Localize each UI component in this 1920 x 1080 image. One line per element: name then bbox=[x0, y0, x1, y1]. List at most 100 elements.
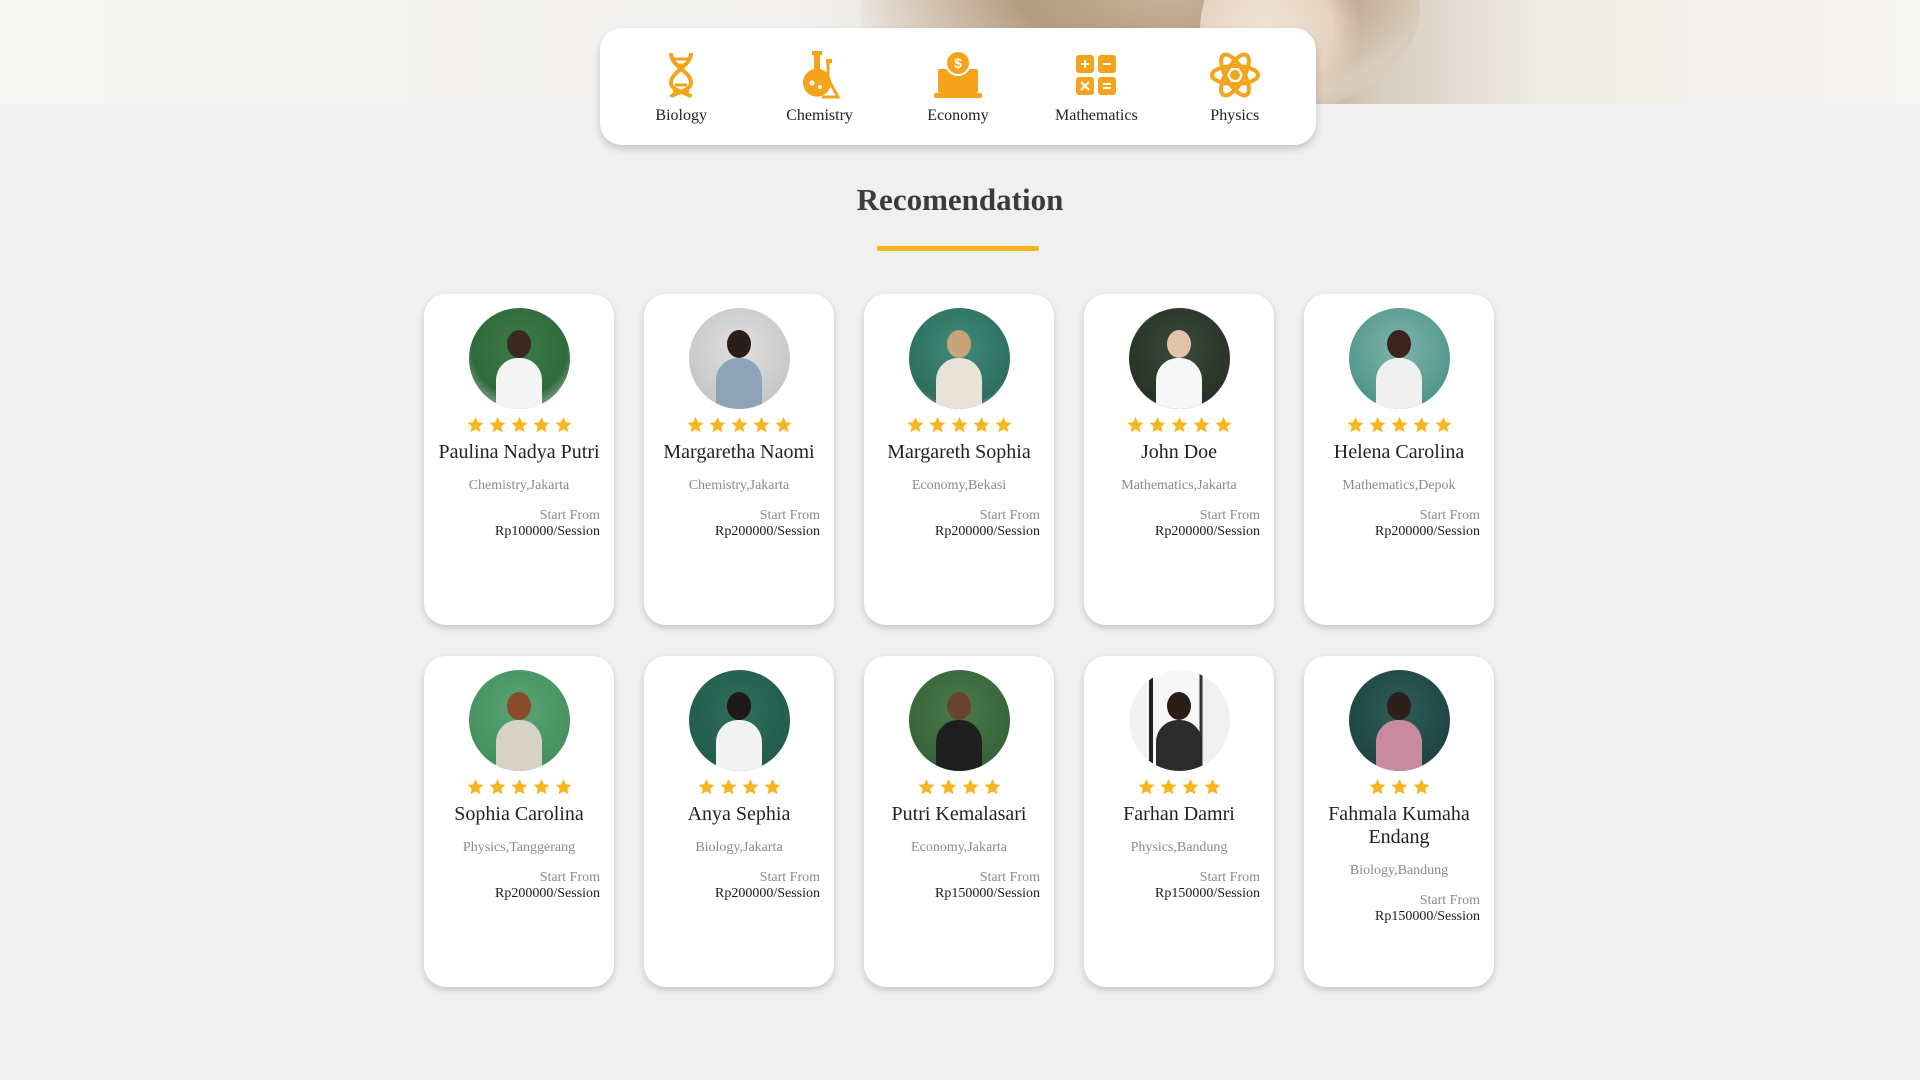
star-icon bbox=[554, 778, 573, 796]
star-rating bbox=[697, 777, 782, 797]
avatar bbox=[1128, 308, 1230, 409]
star-icon bbox=[928, 416, 947, 434]
calculator-icon bbox=[1070, 49, 1122, 101]
star-icon bbox=[1126, 416, 1145, 434]
star-rating bbox=[1126, 415, 1233, 435]
star-rating bbox=[466, 415, 573, 435]
tutor-card[interactable]: Anya Sephia Biology,Jakarta Start From R… bbox=[644, 656, 834, 987]
svg-text:$: $ bbox=[954, 55, 962, 71]
star-icon bbox=[741, 778, 760, 796]
star-icon bbox=[1214, 416, 1233, 434]
dna-icon bbox=[655, 49, 707, 101]
star-icon bbox=[752, 416, 771, 434]
price-block: Start From Rp200000/Session bbox=[935, 508, 1040, 540]
tutor-card[interactable]: Putri Kemalasari Economy,Jakarta Start F… bbox=[864, 656, 1054, 987]
session-price: Rp200000/Session bbox=[934, 524, 1040, 539]
star-rating bbox=[686, 415, 793, 435]
tutor-card[interactable]: Paulina Nadya Putri Chemistry,Jakarta St… bbox=[424, 294, 614, 625]
tutor-card[interactable]: Margaretha Naomi Chemistry,Jakarta Start… bbox=[644, 294, 834, 625]
star-icon bbox=[1368, 778, 1387, 796]
star-icon bbox=[730, 416, 749, 434]
tutor-name: Helena Carolina bbox=[1333, 441, 1465, 463]
atom-icon bbox=[1209, 49, 1261, 101]
start-from-label: Start From bbox=[539, 508, 600, 523]
session-price: Rp150000/Session bbox=[1154, 886, 1260, 901]
star-icon bbox=[466, 416, 485, 434]
tutor-name: Farhan Damri bbox=[1123, 803, 1235, 825]
avatar bbox=[468, 670, 570, 771]
start-from-label: Start From bbox=[759, 870, 820, 885]
star-icon bbox=[1346, 416, 1365, 434]
star-icon bbox=[1412, 416, 1431, 434]
tutor-location: Mathematics,Jakarta bbox=[1121, 478, 1237, 493]
star-icon bbox=[466, 778, 485, 796]
subject-biology[interactable]: Biology bbox=[621, 49, 741, 125]
avatar bbox=[688, 308, 790, 409]
price-block: Start From Rp200000/Session bbox=[715, 508, 820, 540]
star-icon bbox=[554, 416, 573, 434]
tutor-location: Physics,Bandung bbox=[1130, 840, 1228, 855]
star-rating bbox=[1137, 777, 1222, 797]
subject-label: Economy bbox=[927, 106, 989, 124]
star-icon bbox=[1203, 778, 1222, 796]
star-icon bbox=[1412, 778, 1431, 796]
tutor-location: Biology,Bandung bbox=[1349, 863, 1449, 878]
avatar bbox=[1128, 670, 1230, 771]
star-icon bbox=[774, 416, 793, 434]
tutor-name: Anya Sephia bbox=[687, 803, 791, 825]
subject-label: Chemistry bbox=[786, 106, 853, 124]
star-icon bbox=[1159, 778, 1178, 796]
star-rating bbox=[466, 777, 573, 797]
price-block: Start From Rp150000/Session bbox=[1155, 870, 1260, 902]
tutor-card[interactable]: Margareth Sophia Economy,Bekasi Start Fr… bbox=[864, 294, 1054, 625]
subject-chemistry[interactable]: Chemistry bbox=[760, 49, 880, 125]
start-from-label: Start From bbox=[539, 870, 600, 885]
tutor-card[interactable]: John Doe Mathematics,Jakarta Start From … bbox=[1084, 294, 1274, 625]
avatar bbox=[1348, 308, 1450, 409]
start-from-label: Start From bbox=[1199, 870, 1260, 885]
tutor-card-grid: Paulina Nadya Putri Chemistry,Jakarta St… bbox=[424, 294, 1494, 987]
tutor-location: Biology,Jakarta bbox=[695, 840, 783, 855]
session-price: Rp100000/Session bbox=[494, 524, 600, 539]
subject-label: Physics bbox=[1210, 106, 1260, 124]
star-icon bbox=[488, 778, 507, 796]
star-icon bbox=[1181, 778, 1200, 796]
subject-category-bar: Biology Chemistry $ Economy Mathematics … bbox=[600, 28, 1316, 145]
session-price: Rp150000/Session bbox=[1374, 909, 1480, 924]
price-block: Start From Rp200000/Session bbox=[1375, 508, 1480, 540]
subject-economy[interactable]: $ Economy bbox=[898, 49, 1018, 125]
tutor-location: Physics,Tanggerang bbox=[462, 840, 576, 855]
subject-mathematics[interactable]: Mathematics bbox=[1036, 49, 1156, 125]
subject-label: Mathematics bbox=[1055, 106, 1138, 124]
session-price: Rp150000/Session bbox=[934, 886, 1040, 901]
flask-icon bbox=[794, 49, 846, 101]
star-icon bbox=[1390, 416, 1409, 434]
tutor-name: Fahmala Kumaha Endang bbox=[1328, 803, 1470, 848]
avatar bbox=[908, 308, 1010, 409]
price-block: Start From Rp150000/Session bbox=[1375, 893, 1480, 925]
star-icon bbox=[994, 416, 1013, 434]
avatar bbox=[688, 670, 790, 771]
session-price: Rp200000/Session bbox=[1374, 524, 1480, 539]
star-icon bbox=[532, 416, 551, 434]
tutor-name: Paulina Nadya Putri bbox=[438, 441, 600, 463]
subject-physics[interactable]: Physics bbox=[1175, 49, 1295, 125]
star-icon bbox=[510, 416, 529, 434]
tutor-card[interactable]: Farhan Damri Physics,Bandung Start From … bbox=[1084, 656, 1274, 987]
star-icon bbox=[917, 778, 936, 796]
money-laptop-icon: $ bbox=[932, 49, 984, 101]
star-icon bbox=[708, 416, 727, 434]
star-icon bbox=[686, 416, 705, 434]
start-from-label: Start From bbox=[1419, 893, 1480, 908]
tutor-card[interactable]: Fahmala Kumaha Endang Biology,Bandung St… bbox=[1304, 656, 1494, 987]
title-underline bbox=[877, 246, 1039, 251]
star-icon bbox=[1434, 416, 1453, 434]
avatar bbox=[468, 308, 570, 409]
star-rating bbox=[917, 777, 1002, 797]
star-icon bbox=[983, 778, 1002, 796]
session-price: Rp200000/Session bbox=[714, 886, 820, 901]
start-from-label: Start From bbox=[979, 508, 1040, 523]
tutor-card[interactable]: Sophia Carolina Physics,Tanggerang Start… bbox=[424, 656, 614, 987]
tutor-card[interactable]: Helena Carolina Mathematics,Depok Start … bbox=[1304, 294, 1494, 625]
star-icon bbox=[950, 416, 969, 434]
